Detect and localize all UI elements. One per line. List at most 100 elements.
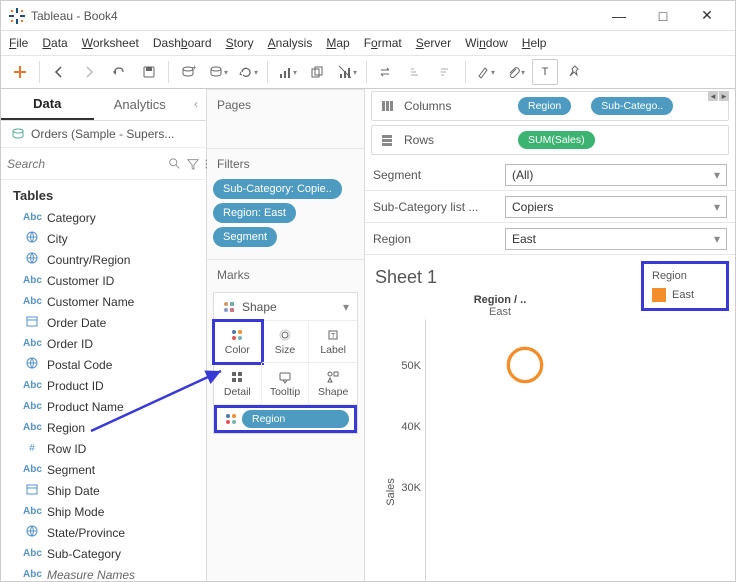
- forward-button[interactable]: [76, 59, 102, 85]
- field-postal-code[interactable]: Postal Code: [1, 354, 206, 375]
- highlight-button[interactable]: ▾: [472, 59, 498, 85]
- field-ship-date[interactable]: Ship Date: [1, 480, 206, 501]
- marks-cell-label: Tooltip: [270, 386, 300, 398]
- new-datasource-button[interactable]: +: [175, 59, 201, 85]
- menu-dashboard[interactable]: Dashboard: [153, 36, 212, 50]
- search-icon[interactable]: [168, 153, 182, 175]
- field-order-date[interactable]: Order Date: [1, 312, 206, 333]
- tab-data[interactable]: Data: [1, 89, 94, 120]
- new-sheet-button[interactable]: ▾: [274, 59, 300, 85]
- columns-label: Columns: [404, 99, 504, 113]
- mark-type-dropdown[interactable]: Shape ▾: [214, 293, 357, 321]
- field-city[interactable]: City: [1, 228, 206, 249]
- sort-desc-button[interactable]: [433, 59, 459, 85]
- refresh-button[interactable]: ▾: [235, 59, 261, 85]
- pin-button[interactable]: [562, 59, 588, 85]
- mark-type-label: Shape: [242, 300, 277, 314]
- close-button[interactable]: ✕: [687, 4, 727, 28]
- marks-shape-button[interactable]: Shape: [309, 363, 357, 405]
- field-label: Sub-Category: [47, 547, 121, 561]
- menu-map[interactable]: Map: [326, 36, 349, 50]
- maximize-button[interactable]: □: [643, 4, 683, 28]
- field-region[interactable]: AbcRegion: [1, 417, 206, 438]
- pause-updates-button[interactable]: ▾: [205, 59, 231, 85]
- text-button[interactable]: T: [532, 59, 558, 85]
- filters-shelf-title: Filters: [207, 149, 364, 177]
- save-button[interactable]: [136, 59, 162, 85]
- col-pill-region[interactable]: Region: [518, 97, 571, 115]
- filter-dropdown[interactable]: East▾: [505, 228, 727, 250]
- field-label: Ship Date: [47, 484, 100, 498]
- field-category[interactable]: AbcCategory: [1, 207, 206, 228]
- sort-asc-button[interactable]: [403, 59, 429, 85]
- field-measure-names[interactable]: AbcMeasure Names: [1, 564, 206, 581]
- marks-label-button[interactable]: TLabel: [309, 321, 357, 363]
- scroll-right-icon[interactable]: ▸: [719, 91, 729, 101]
- attach-button[interactable]: ▾: [502, 59, 528, 85]
- filter-dropdown[interactable]: (All)▾: [505, 164, 727, 186]
- field-product-name[interactable]: AbcProduct Name: [1, 396, 206, 417]
- col-pill-subcat[interactable]: Sub-Catego..: [591, 97, 673, 115]
- chart-datapoint[interactable]: [508, 348, 541, 381]
- menu-window[interactable]: Window: [465, 36, 508, 50]
- marks-detail-button[interactable]: Detail: [214, 363, 262, 405]
- scroll-left-icon[interactable]: ◂: [708, 91, 718, 101]
- marks-color-button[interactable]: Color: [214, 321, 262, 363]
- field-sub-category[interactable]: AbcSub-Category: [1, 543, 206, 564]
- filter-label: Segment: [373, 168, 497, 182]
- abc-icon: Abc: [23, 464, 41, 475]
- swap-button[interactable]: [373, 59, 399, 85]
- filter-pill[interactable]: Segment: [213, 227, 277, 247]
- field-ship-mode[interactable]: AbcShip Mode: [1, 501, 206, 522]
- marks-region-pill-row[interactable]: Region: [216, 407, 355, 431]
- row-pill-sales[interactable]: SUM(Sales): [518, 131, 595, 149]
- menu-file[interactable]: File: [9, 36, 28, 50]
- filter-pill[interactable]: Sub-Category: Copie..: [213, 179, 342, 199]
- field-customer-name[interactable]: AbcCustomer Name: [1, 291, 206, 312]
- field-label: Customer ID: [47, 274, 114, 288]
- filter-value: Copiers: [512, 200, 553, 214]
- menu-format[interactable]: Format: [364, 36, 402, 50]
- legend-item-east[interactable]: East: [652, 288, 718, 302]
- field-segment[interactable]: Abc Segment: [1, 459, 206, 480]
- marks-size-button[interactable]: Size: [262, 321, 310, 363]
- field-label: Order ID: [47, 337, 93, 351]
- menu-data[interactable]: Data: [42, 36, 67, 50]
- minimize-button[interactable]: —: [599, 4, 639, 28]
- filter-dropdown[interactable]: Copiers▾: [505, 196, 727, 218]
- field-customer-id[interactable]: AbcCustomer ID: [1, 270, 206, 291]
- duplicate-sheet-button[interactable]: [304, 59, 330, 85]
- menu-worksheet[interactable]: Worksheet: [82, 36, 139, 50]
- marks-cell-label: Color: [225, 344, 250, 356]
- marks-tooltip-button[interactable]: Tooltip: [262, 363, 310, 405]
- field-row-id[interactable]: #Row ID: [1, 438, 206, 459]
- clear-sheet-button[interactable]: ▾: [334, 59, 360, 85]
- menu-analysis[interactable]: Analysis: [268, 36, 313, 50]
- field-order-id[interactable]: AbcOrder ID: [1, 333, 206, 354]
- menu-help[interactable]: Help: [522, 36, 547, 50]
- datasource-name: Orders (Sample - Supers...: [31, 127, 174, 141]
- collapse-pane-icon[interactable]: ‹: [186, 89, 206, 120]
- tab-analytics[interactable]: Analytics: [94, 89, 187, 120]
- chart-canvas: [425, 318, 625, 581]
- search-input[interactable]: [7, 153, 164, 175]
- field-country-region[interactable]: Country/Region: [1, 249, 206, 270]
- datasource-row[interactable]: Orders (Sample - Supers...: [1, 121, 206, 149]
- field-state-province[interactable]: State/Province: [1, 522, 206, 543]
- menu-server[interactable]: Server: [416, 36, 451, 50]
- label-icon: T: [326, 328, 340, 342]
- filter-pill[interactable]: Region: East: [213, 203, 296, 223]
- menu-story[interactable]: Story: [226, 36, 254, 50]
- tooltip-icon: [278, 370, 292, 384]
- back-button[interactable]: [46, 59, 72, 85]
- field-product-id[interactable]: AbcProduct ID: [1, 375, 206, 396]
- field-label: Segment: [47, 463, 95, 477]
- svg-text:T: T: [331, 333, 336, 340]
- marks-pill-region[interactable]: Region: [242, 410, 349, 428]
- shape-icon: [326, 370, 340, 384]
- filter-value: (All): [512, 168, 533, 182]
- filter-icon[interactable]: [186, 153, 200, 175]
- undo-button[interactable]: [106, 59, 132, 85]
- tableau-icon[interactable]: [7, 59, 33, 85]
- legend-box[interactable]: Region East: [641, 261, 729, 311]
